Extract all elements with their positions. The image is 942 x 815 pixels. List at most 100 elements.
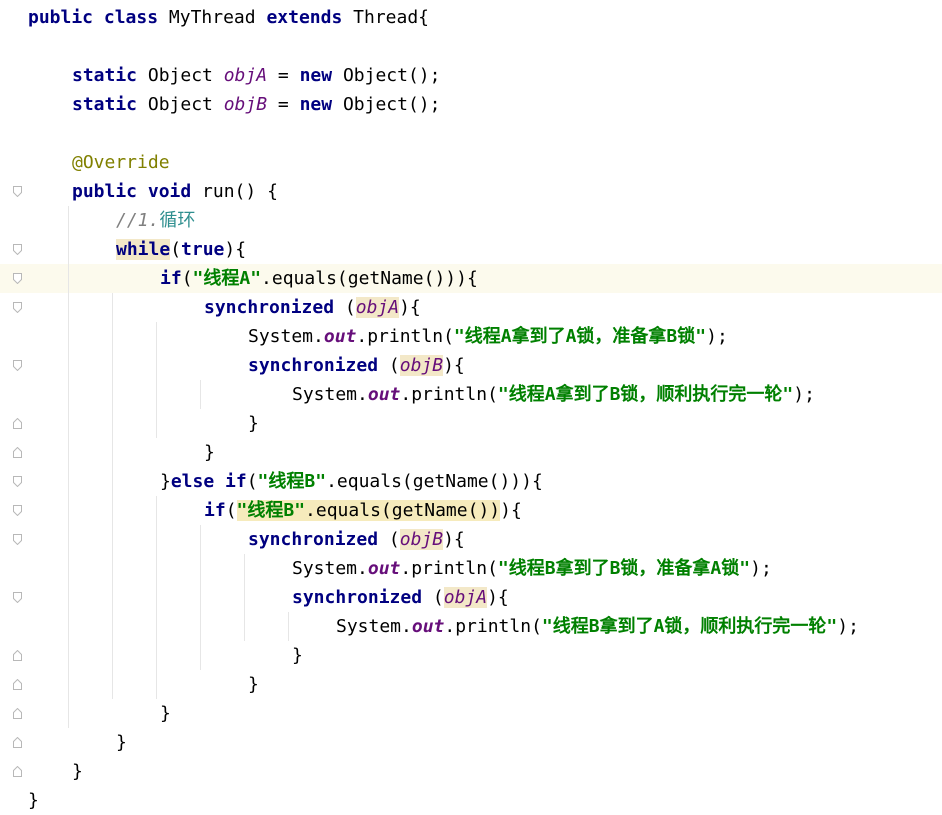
code-line[interactable]: }	[0, 438, 942, 467]
fold-open-icon[interactable]	[13, 505, 22, 516]
code-line[interactable]: }	[0, 757, 942, 786]
indent-guide	[112, 293, 113, 699]
code-token: //1.	[116, 210, 160, 231]
code-text: }	[28, 786, 39, 815]
code-token: Object	[147, 94, 224, 115]
indent-guide	[200, 380, 201, 409]
fold-close-icon[interactable]	[13, 679, 22, 690]
code-token: (	[170, 239, 182, 260]
code-token: }	[204, 442, 215, 463]
indent-guide	[156, 496, 157, 699]
code-line[interactable]	[0, 32, 942, 61]
code-line[interactable]: }	[0, 670, 942, 699]
fold-open-icon[interactable]	[13, 273, 22, 284]
code-token: (	[225, 500, 237, 521]
code-line[interactable]: synchronized (objB){	[0, 351, 942, 380]
code-token: "线程A拿到了A锁，准备拿B锁"	[453, 326, 707, 347]
code-line[interactable]: @Override	[0, 148, 942, 177]
code-line[interactable]: System.out.println("线程B拿到了B锁，准备拿A锁");	[0, 554, 942, 583]
code-text: System.out.println("线程B拿到了B锁，准备拿A锁");	[292, 554, 772, 583]
code-token: Object();	[342, 65, 441, 86]
code-token: if	[204, 500, 226, 521]
code-token: (	[388, 355, 400, 376]
code-token: .println(	[444, 616, 542, 637]
code-line[interactable]: if("线程B".equals(getName())){	[0, 496, 942, 525]
code-token: .println(	[400, 558, 498, 579]
code-token: static	[72, 94, 148, 115]
code-text: }	[204, 438, 215, 467]
fold-open-icon[interactable]	[13, 476, 22, 487]
code-line[interactable]: }else if("线程B".equals(getName())){	[0, 467, 942, 496]
code-token: extends	[266, 7, 354, 28]
code-text: }	[248, 409, 259, 438]
fold-close-icon[interactable]	[13, 737, 22, 748]
fold-close-icon[interactable]	[13, 418, 22, 429]
code-line[interactable]: if("线程A".equals(getName())){	[0, 264, 942, 293]
code-token: System.	[292, 384, 368, 405]
code-token: objB	[399, 355, 444, 376]
fold-open-icon[interactable]	[13, 360, 22, 371]
fold-close-icon[interactable]	[13, 766, 22, 777]
fold-close-icon[interactable]	[13, 447, 22, 458]
code-line[interactable]: public void run() {	[0, 177, 942, 206]
fold-open-icon[interactable]	[13, 534, 22, 545]
fold-open-icon[interactable]	[13, 592, 22, 603]
code-token: ){	[224, 239, 247, 260]
code-text: System.out.println("线程A拿到了A锁，准备拿B锁");	[248, 322, 728, 351]
code-line[interactable]: //1.循环	[0, 206, 942, 235]
code-line[interactable]: static Object objA = new Object();	[0, 61, 942, 90]
code-token: synchronized	[292, 587, 433, 608]
code-line[interactable]: }	[0, 786, 942, 815]
code-text: synchronized (objB){	[248, 525, 465, 554]
code-text: @Override	[72, 148, 170, 177]
code-line[interactable]: }	[0, 409, 942, 438]
code-token: synchronized	[248, 529, 389, 550]
fold-close-icon[interactable]	[13, 650, 22, 661]
code-line[interactable]: synchronized (objA){	[0, 583, 942, 612]
code-token: }	[248, 413, 259, 434]
code-token: objA	[355, 297, 400, 318]
code-text: synchronized (objA){	[204, 293, 421, 322]
fold-open-icon[interactable]	[13, 302, 22, 313]
code-line[interactable]: public class MyThread extends Thread{	[0, 3, 942, 32]
indent-guide	[200, 525, 201, 670]
indent-guide	[156, 322, 157, 438]
code-text: if("线程A".equals(getName())){	[160, 264, 478, 293]
code-token: synchronized	[248, 355, 389, 376]
code-token: out	[367, 384, 401, 405]
code-token: (	[181, 268, 193, 289]
code-token: =	[267, 94, 300, 115]
code-token: true	[181, 239, 225, 260]
code-token: else if	[170, 471, 247, 492]
code-token: }	[28, 790, 39, 811]
code-text: }else if("线程B".equals(getName())){	[160, 467, 543, 496]
code-line[interactable]: }	[0, 728, 942, 757]
code-text: System.out.println("线程A拿到了B锁，顺利执行完一轮");	[292, 380, 815, 409]
code-line[interactable]: while(true){	[0, 235, 942, 264]
fold-open-icon[interactable]	[13, 186, 22, 197]
code-line[interactable]: synchronized (objA){	[0, 293, 942, 322]
code-line[interactable]: System.out.println("线程A拿到了B锁，顺利执行完一轮");	[0, 380, 942, 409]
code-line[interactable]: System.out.println("线程B拿到了A锁，顺利执行完一轮");	[0, 612, 942, 641]
fold-open-icon[interactable]	[13, 244, 22, 255]
code-token: );	[750, 558, 772, 579]
code-token: }	[160, 703, 171, 724]
code-line[interactable]: System.out.println("线程A拿到了A锁，准备拿B锁");	[0, 322, 942, 351]
code-token: static	[72, 65, 148, 86]
code-token: Thread{	[353, 7, 429, 28]
code-line[interactable]: }	[0, 699, 942, 728]
code-text: }	[292, 641, 303, 670]
code-text: }	[116, 728, 127, 757]
code-text: if("线程B".equals(getName())){	[204, 496, 522, 525]
indent-guide	[244, 554, 245, 641]
code-token: 循环	[159, 210, 196, 231]
code-line[interactable]: static Object objB = new Object();	[0, 90, 942, 119]
fold-close-icon[interactable]	[13, 708, 22, 719]
code-token: }	[248, 674, 259, 695]
code-token: out	[367, 558, 401, 579]
code-token: "线程A拿到了B锁，顺利执行完一轮"	[497, 384, 794, 405]
code-line[interactable]: }	[0, 641, 942, 670]
code-line[interactable]	[0, 119, 942, 148]
code-line[interactable]: synchronized (objB){	[0, 525, 942, 554]
code-editor[interactable]: public class MyThread extends Thread{ sta…	[0, 0, 942, 811]
